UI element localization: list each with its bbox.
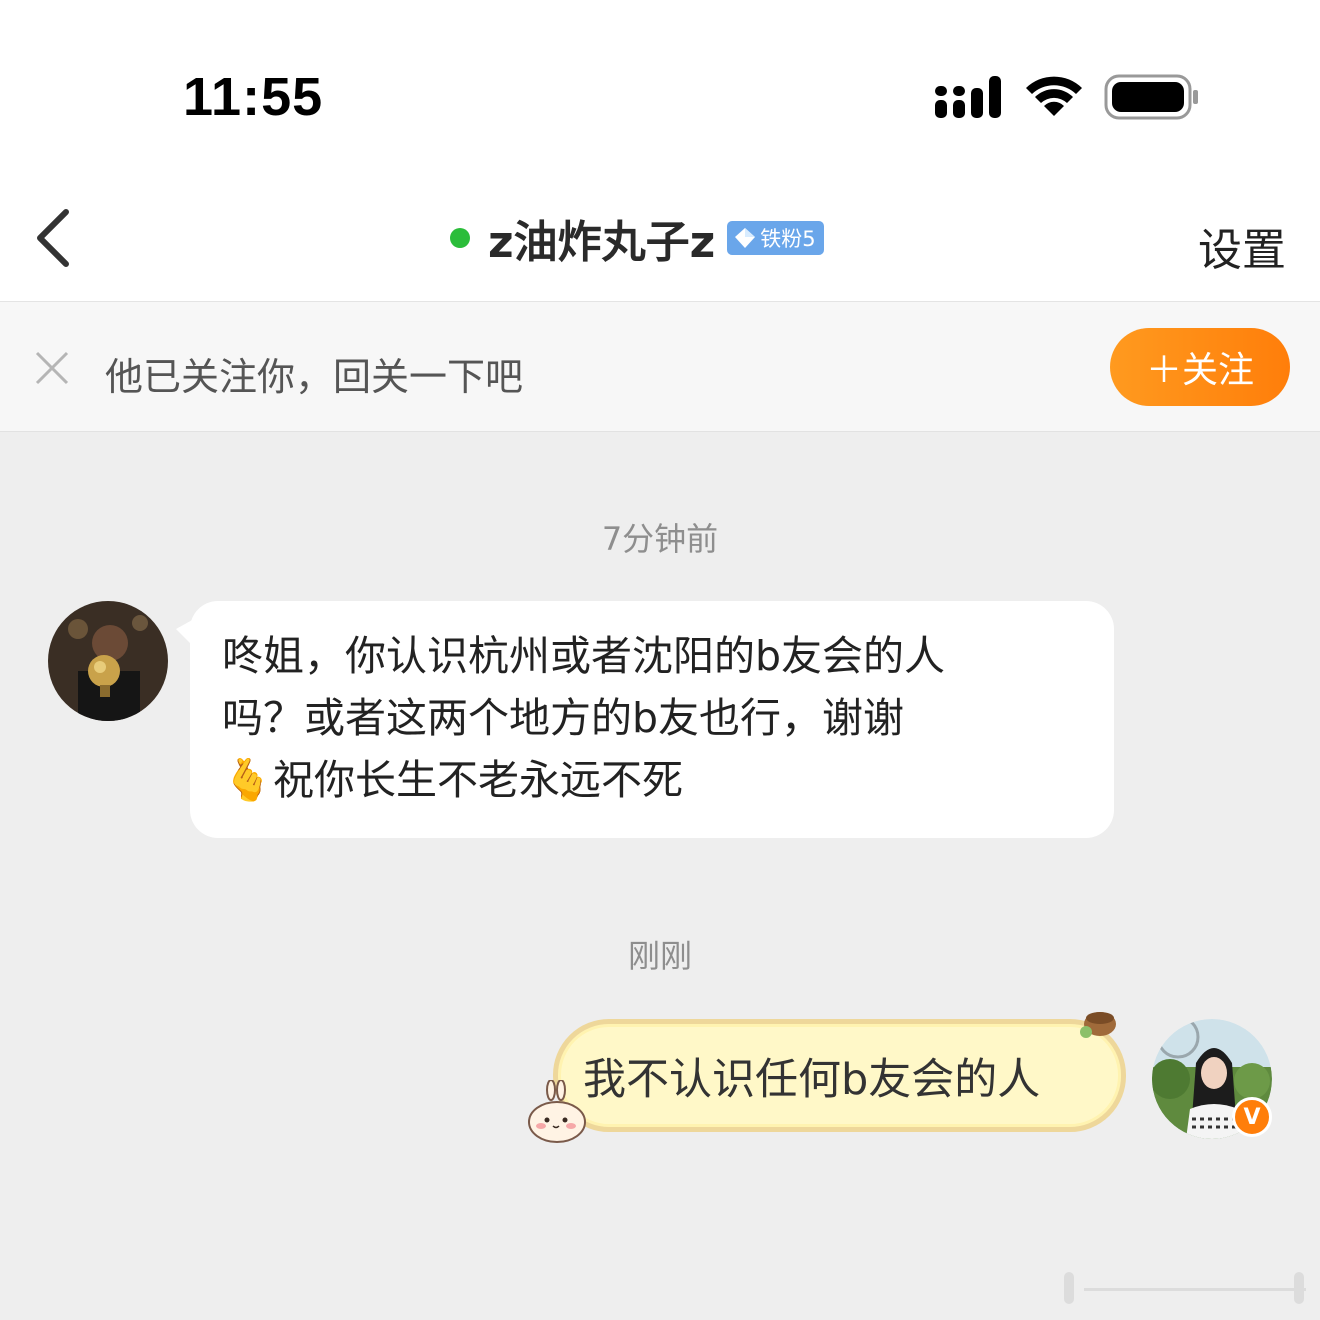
- bunny-sticker-icon: [528, 1080, 586, 1143]
- follow-button[interactable]: ＋关注: [1110, 328, 1290, 406]
- chat-title-group[interactable]: z油炸丸子z 铁粉5: [450, 210, 824, 268]
- sent-message-bubble[interactable]: 我不认识任何b友会的人: [553, 1019, 1126, 1132]
- status-bar: 11:55: [0, 0, 1320, 190]
- sent-message-text: 我不认识任何b友会的人: [583, 1054, 1041, 1105]
- my-avatar[interactable]: V: [1152, 1019, 1272, 1139]
- signal-icon: [935, 76, 1001, 118]
- received-message-bubble[interactable]: 咚姐，你认识杭州或者沈阳的b友会的人 吗？或者这两个地方的b友也行，谢谢 🫰祝你…: [176, 601, 1114, 838]
- online-status-dot: [450, 228, 470, 248]
- battery-icon: [1104, 74, 1198, 120]
- diamond-icon: [735, 228, 756, 248]
- acorn-decoration-icon: [1080, 1012, 1116, 1038]
- wifi-icon: [1026, 76, 1082, 116]
- chat-title: z油炸丸子z: [488, 217, 716, 268]
- avatar-photo: [48, 601, 168, 721]
- follow-back-banner: 他已关注你，回关一下吧 ＋关注: [0, 302, 1320, 432]
- message-line: 🫰祝你长生不老永远不死: [222, 756, 684, 804]
- follow-back-text: 他已关注你，回关一下吧: [105, 355, 524, 399]
- status-time: 11:55: [183, 67, 324, 127]
- message-line: 咚姐，你认识杭州或者沈阳的b友会的人: [222, 632, 946, 680]
- verified-badge-icon: V: [1232, 1097, 1272, 1137]
- settings-button[interactable]: 设置: [1198, 214, 1286, 278]
- message-timestamp: 刚刚: [627, 937, 692, 975]
- close-icon[interactable]: [34, 350, 70, 386]
- scroll-indicator: [1064, 1272, 1306, 1304]
- fan-badge-label: 铁粉5: [760, 227, 816, 251]
- message-timestamp: 7分钟前: [601, 520, 719, 558]
- sender-avatar[interactable]: [48, 601, 168, 721]
- chat-header: z油炸丸子z 铁粉5 设置: [0, 190, 1320, 302]
- message-line: 吗？或者这两个地方的b友也行，谢谢: [222, 694, 905, 742]
- back-button[interactable]: [30, 206, 80, 270]
- bubble-tail: [176, 619, 194, 647]
- fan-level-badge: 铁粉5: [727, 221, 824, 255]
